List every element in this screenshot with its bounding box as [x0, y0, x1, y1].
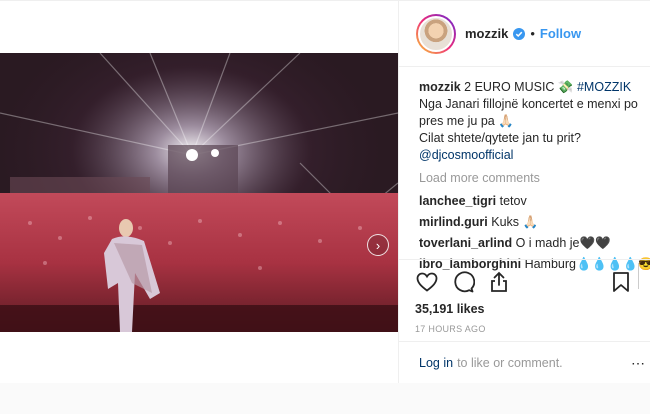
separator-dot: • [530, 26, 535, 41]
more-icon[interactable]: ⋯ [631, 355, 646, 372]
author-username[interactable]: mozzik [465, 26, 508, 41]
comment-username[interactable]: lanchee_tigri [419, 194, 496, 208]
concert-image [0, 53, 398, 332]
comment: mirlind.guri Kuks 🙏🏻 [419, 214, 645, 231]
caption-text-1: 2 EURO MUSIC 💸 [464, 80, 574, 94]
follow-button[interactable]: Follow [540, 26, 581, 41]
caption-username[interactable]: mozzik [419, 80, 461, 94]
chevron-right-icon[interactable]: › [367, 234, 389, 256]
caption: mozzik 2 EURO MUSIC 💸 #MOZZIK Nga Janari… [419, 79, 645, 164]
comment: toverlani_arlind O i madh je🖤🖤 [419, 235, 645, 252]
post-header: mozzik • Follow [399, 1, 650, 67]
bookmark-icon[interactable] [609, 270, 633, 294]
caption-text-4: Cilat shtete/qytete jan tu prit? [419, 131, 581, 145]
login-link[interactable]: Log in [419, 356, 453, 370]
caption-text-3: pres me ju pa 🙏🏻 [419, 114, 514, 128]
comment-username[interactable]: mirlind.guri [419, 215, 488, 229]
post-sidebar: mozzik • Follow mozzik 2 EURO MUSIC 💸 #M… [398, 1, 650, 383]
caption-text-2: Nga Janari fillojnë koncertet e menxi po [419, 97, 638, 111]
comment-icon[interactable] [451, 270, 475, 294]
login-prompt: Log in to like or comment. [399, 341, 650, 383]
login-prompt-text: to like or comment. [457, 355, 563, 370]
verified-icon [513, 27, 526, 40]
share-icon[interactable] [487, 270, 511, 294]
post: › mozzik • Follow mozzik 2 EURO MUSIC 💸 … [0, 0, 650, 383]
comment-text: Kuks 🙏🏻 [491, 215, 539, 229]
comment: lanchee_tigri tetov [419, 193, 645, 210]
heart-icon[interactable] [415, 270, 439, 294]
media-area: › [0, 1, 398, 383]
likes-count[interactable]: 35,191 likes [415, 302, 633, 316]
post-photo[interactable]: › [0, 53, 398, 332]
action-bar: 35,191 likes 17 HOURS AGO [399, 259, 650, 351]
caption-hashtag[interactable]: #MOZZIK [577, 80, 631, 94]
comments-section: mozzik 2 EURO MUSIC 💸 #MOZZIK Nga Janari… [419, 79, 650, 277]
comment-text: tetov [499, 194, 527, 208]
avatar[interactable] [416, 13, 456, 54]
comment-username[interactable]: toverlani_arlind [419, 236, 512, 250]
caption-mention[interactable]: @djcosmoofficial [419, 147, 645, 164]
comment-text: O i madh je🖤🖤 [515, 236, 611, 250]
load-more-comments[interactable]: Load more comments [419, 170, 645, 187]
timestamp[interactable]: 17 HOURS AGO [415, 324, 633, 334]
